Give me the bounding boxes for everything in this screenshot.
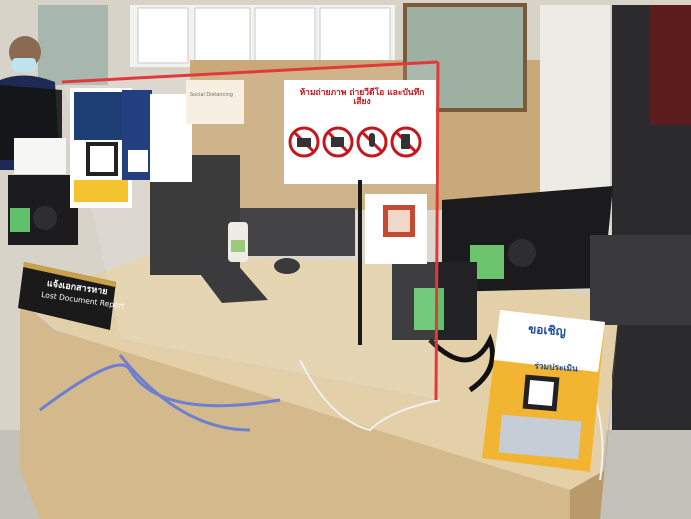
- office-service-counter-photo: [0, 0, 691, 519]
- left-monitor-logo: [33, 206, 57, 230]
- flyer-qr-inner: [527, 379, 555, 407]
- left-monitor-sticker: [10, 208, 30, 232]
- qr-card-code-inner: [388, 210, 410, 232]
- right-monitor-logo: [508, 239, 536, 267]
- qr-code-2: [128, 150, 148, 172]
- qr-poster-header: [74, 92, 128, 140]
- wall-notice-text: Social Distancing: [190, 92, 233, 98]
- qr-poster-footer: [74, 180, 128, 202]
- flyer-title: ขอเชิญ: [527, 321, 567, 339]
- left-window: [38, 5, 108, 85]
- wall-notice-card: [186, 80, 244, 124]
- shield-red-edge-right: [434, 61, 440, 401]
- notice-papers: [137, 7, 391, 64]
- qr-poster-3: [150, 94, 192, 182]
- qr-code-1-inner: [90, 146, 114, 172]
- flyer-photo: [498, 414, 582, 460]
- red-panel: [650, 5, 691, 125]
- sign-title: ห้ามถ่ายภาพ ถ่ายวีดีโอ และบันทึกเสียง: [299, 88, 425, 108]
- right-printer: [590, 235, 691, 325]
